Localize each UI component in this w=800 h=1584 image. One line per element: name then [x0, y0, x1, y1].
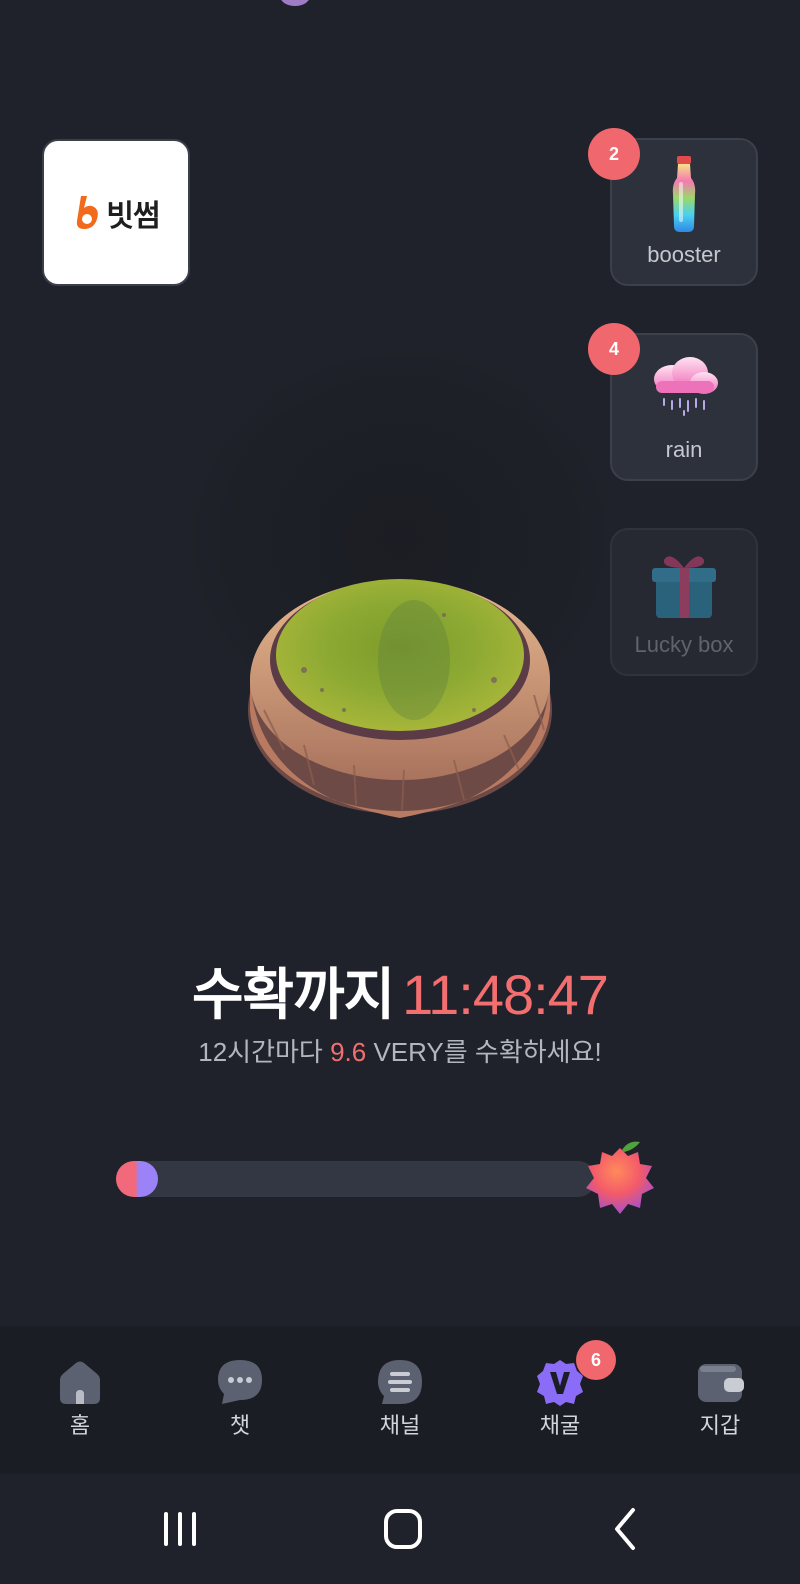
nav-home-label: 홈: [69, 1413, 91, 1438]
nav-mining[interactable]: 채굴 6: [480, 1326, 640, 1474]
booster-bottle-icon: [672, 156, 696, 232]
nav-wallet[interactable]: 지갑: [640, 1326, 800, 1474]
nav-channel-label: 채널: [379, 1413, 421, 1438]
wallet-icon: [698, 1364, 744, 1402]
sponsor-logo-button[interactable]: 빗썸: [42, 139, 190, 286]
bithumb-b-logo-icon: [77, 195, 99, 229]
mining-screen: 빗썸 2 booster 4 rain Lucky box 수확까지 11:48…: [0, 0, 800, 1584]
home-system-icon[interactable]: [373, 1504, 433, 1554]
channel-icon: [378, 1360, 422, 1404]
harvest-progress-track: [116, 1161, 596, 1197]
harvest-time: 11:48:47: [402, 963, 609, 1026]
partial-top-icon: [280, 0, 310, 6]
sponsor-logo-text: 빗썸: [106, 198, 160, 234]
nav-chat[interactable]: 챗: [160, 1326, 320, 1474]
rain-label: rain: [665, 437, 703, 462]
nav-wallet-label: 지갑: [699, 1413, 741, 1438]
system-navigation-bar: [0, 1474, 800, 1584]
nav-home[interactable]: 홈: [0, 1326, 160, 1474]
harvest-sub-prefix: 12시간마다: [198, 1037, 331, 1067]
lucky-box-button[interactable]: Lucky box: [610, 528, 758, 676]
bottom-navigation: 홈 챗 채널 채굴 6 지갑: [0, 1326, 800, 1474]
gift-box-icon: [652, 556, 716, 618]
lucky-box-label: Lucky box: [634, 632, 734, 657]
booster-button[interactable]: 2 booster: [588, 128, 758, 286]
harvest-fruit-icon: [586, 1141, 654, 1214]
booster-label: booster: [647, 242, 721, 267]
harvest-progress-fill: [116, 1161, 158, 1197]
nav-mining-badge: 6: [576, 1340, 616, 1380]
harvest-label: 수확까지: [192, 963, 395, 1026]
nav-chat-label: 챗: [229, 1413, 251, 1438]
recent-apps-icon[interactable]: [150, 1504, 210, 1554]
rain-cloud-icon: [654, 357, 718, 416]
rain-count-badge: 4: [588, 323, 640, 375]
harvest-description: 12시간마다 9.6 VERY를 수확하세요!: [0, 1032, 800, 1069]
back-icon[interactable]: [597, 1504, 657, 1554]
harvest-amount: 9.6: [330, 1037, 367, 1067]
harvest-sub-suffix: VERY를 수확하세요!: [366, 1037, 602, 1067]
mining-island[interactable]: [244, 560, 556, 820]
nav-channel[interactable]: 채널: [320, 1326, 480, 1474]
harvest-countdown: 수확까지 11:48:47: [0, 950, 800, 1031]
booster-count-badge: 2: [588, 128, 640, 180]
home-icon: [60, 1361, 100, 1404]
nav-mining-label: 채굴: [539, 1413, 581, 1438]
rain-button[interactable]: 4 rain: [588, 323, 758, 481]
chat-icon: [218, 1360, 262, 1404]
